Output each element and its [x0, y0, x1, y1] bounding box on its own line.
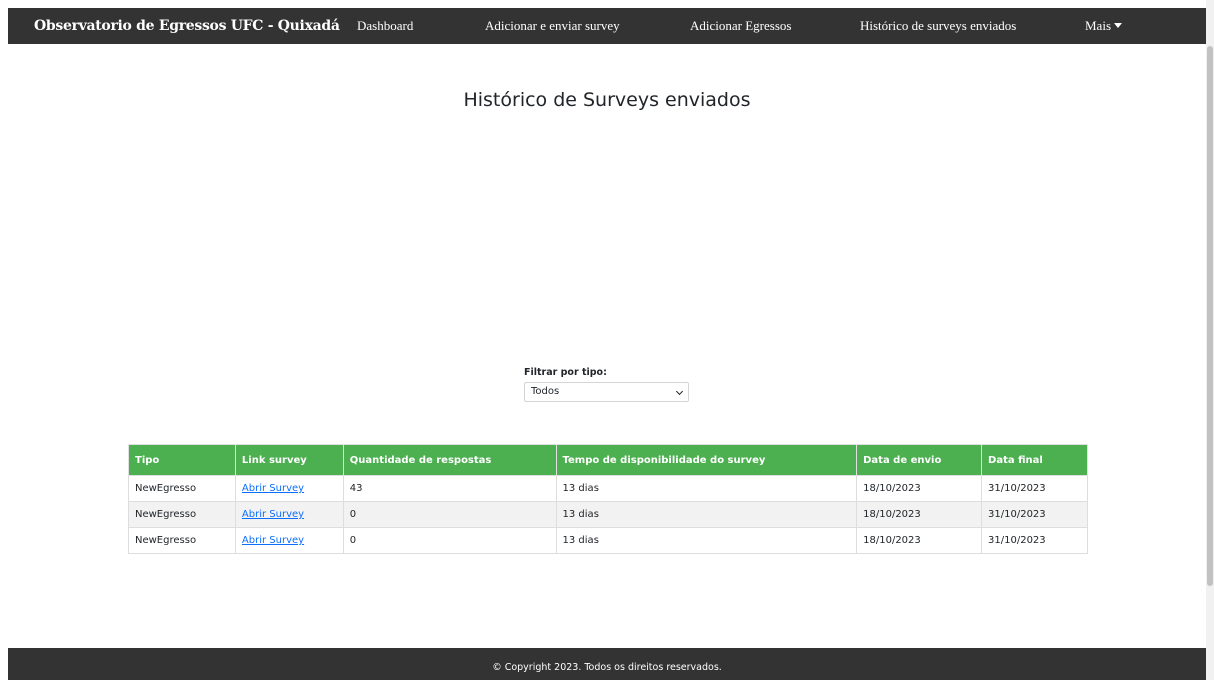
nav-dashboard[interactable]: Dashboard	[357, 8, 413, 44]
chevron-down-icon	[675, 387, 684, 396]
cell-link: Abrir Survey	[234, 501, 344, 528]
filter-type-select[interactable]: Todos	[524, 382, 689, 402]
cell-tempo: 13 dias	[555, 475, 858, 502]
table-row: NewEgresso Abrir Survey 43 13 dias 18/10…	[128, 475, 1088, 502]
nav-add-send-survey[interactable]: Adicionar e enviar survey	[485, 8, 620, 44]
surveys-table: Tipo Link survey Quantidade de respostas…	[128, 444, 1088, 554]
navbar: Observatorio de Egressos UFC - Quixadá D…	[8, 8, 1206, 44]
filter-section: Filtrar por tipo: Todos	[524, 367, 699, 402]
open-survey-link[interactable]: Abrir Survey	[242, 483, 304, 494]
scrollbar-thumb[interactable]	[1207, 46, 1213, 586]
open-survey-link[interactable]: Abrir Survey	[242, 535, 304, 546]
footer: © Copyright 2023. Todos os direitos rese…	[8, 648, 1206, 680]
cell-tempo: 13 dias	[555, 501, 858, 528]
cell-data-final: 31/10/2023	[981, 475, 1088, 502]
brand-title[interactable]: Observatorio de Egressos UFC - Quixadá	[34, 8, 340, 44]
cell-respostas: 0	[342, 527, 557, 554]
header-quantidade-respostas: Quantidade de respostas	[342, 444, 557, 476]
page-title: Histórico de Surveys enviados	[463, 89, 751, 111]
cell-link: Abrir Survey	[234, 527, 344, 554]
cell-data-final: 31/10/2023	[981, 527, 1088, 554]
nav-more-label: Mais	[1085, 18, 1111, 33]
cell-data-envio: 18/10/2023	[856, 527, 983, 554]
nav-add-egressos[interactable]: Adicionar Egressos	[690, 8, 791, 44]
header-tempo-disponibilidade: Tempo de disponibilidade do survey	[555, 444, 858, 476]
cell-tipo: NewEgresso	[128, 527, 236, 554]
table-header-row: Tipo Link survey Quantidade de respostas…	[128, 444, 1088, 476]
filter-label: Filtrar por tipo:	[524, 367, 607, 378]
open-survey-link[interactable]: Abrir Survey	[242, 509, 304, 520]
cell-tipo: NewEgresso	[128, 501, 236, 528]
filter-selected-value: Todos	[531, 386, 560, 397]
vertical-scrollbar[interactable]	[1206, 0, 1214, 680]
table-row: NewEgresso Abrir Survey 0 13 dias 18/10/…	[128, 527, 1088, 554]
cell-data-final: 31/10/2023	[981, 501, 1088, 528]
header-data-final: Data final	[981, 444, 1088, 476]
header-data-envio: Data de envio	[856, 444, 983, 476]
cell-tempo: 13 dias	[555, 527, 858, 554]
cell-respostas: 0	[342, 501, 557, 528]
top-edge	[0, 0, 1214, 8]
header-tipo: Tipo	[128, 444, 236, 476]
nav-more-dropdown[interactable]: Mais	[1085, 8, 1122, 44]
cell-data-envio: 18/10/2023	[856, 501, 983, 528]
nav-survey-history[interactable]: Histórico de surveys enviados	[860, 8, 1016, 44]
caret-down-icon	[1114, 23, 1122, 28]
cell-link: Abrir Survey	[234, 475, 344, 502]
page: Observatorio de Egressos UFC - Quixadá D…	[0, 0, 1214, 680]
table-row: NewEgresso Abrir Survey 0 13 dias 18/10/…	[128, 501, 1088, 528]
cell-data-envio: 18/10/2023	[856, 475, 983, 502]
cell-tipo: NewEgresso	[128, 475, 236, 502]
copyright-text: © Copyright 2023. Todos os direitos rese…	[492, 662, 722, 673]
header-link-survey: Link survey	[234, 444, 344, 476]
cell-respostas: 43	[342, 475, 557, 502]
